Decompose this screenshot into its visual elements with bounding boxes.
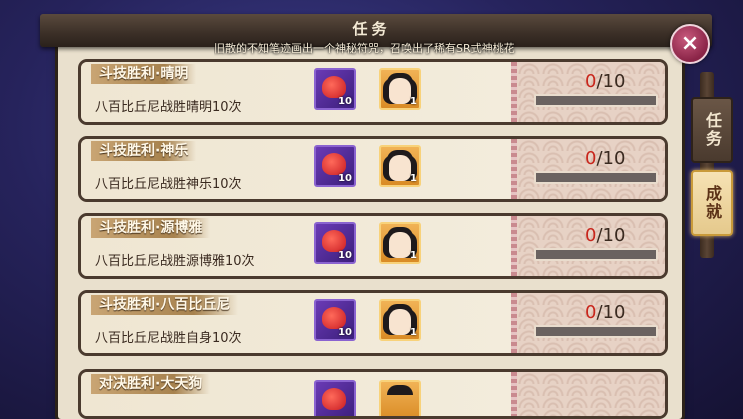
progress-total: /10	[596, 71, 626, 92]
reward-quantity: 10	[338, 250, 352, 261]
reward-shikigami[interactable]: 1	[379, 145, 421, 187]
reward-quantity: 1	[410, 250, 417, 261]
red-talisman-icon	[322, 388, 346, 410]
tab-task[interactable]: 任务	[691, 97, 733, 163]
red-talisman-icon	[322, 307, 346, 329]
reward-quantity: 10	[338, 173, 352, 184]
progress-bar	[534, 325, 658, 338]
task-title: 斗技胜利·源博雅	[91, 218, 211, 238]
reward-quantity: 1	[410, 327, 417, 338]
task-title: 对决胜利·大天狗	[91, 374, 211, 394]
task-row[interactable]: 斗技胜利·神乐 八百比丘尼战胜神乐10次 10 1 0/10	[78, 136, 668, 202]
reward-talisman[interactable]: 10	[314, 145, 356, 187]
reward-shikigami[interactable]: 1	[379, 68, 421, 110]
progress-text: 0/10	[585, 148, 625, 169]
reward-shikigami[interactable]: 1	[379, 299, 421, 341]
red-talisman-icon	[322, 76, 346, 98]
task-title: 斗技胜利·八百比丘尼	[91, 295, 239, 315]
reward-talisman[interactable]: 10	[314, 68, 356, 110]
progress-total: /10	[596, 148, 626, 169]
task-row[interactable]: 对决胜利·大天狗	[78, 369, 668, 419]
task-description: 八百比丘尼战胜晴明10次	[95, 100, 242, 115]
shikigami-face	[389, 155, 411, 181]
shikigami-face	[389, 309, 411, 335]
task-row[interactable]: 斗技胜利·晴明 八百比丘尼战胜晴明10次 10 1 0/10	[78, 59, 668, 125]
reward-quantity: 10	[338, 327, 352, 338]
task-title: 斗技胜利·神乐	[91, 141, 197, 161]
progress-text: 0/10	[585, 225, 625, 246]
close-icon: ×	[680, 31, 700, 56]
reward-quantity: 10	[338, 96, 352, 107]
progress-text: 0/10	[585, 302, 625, 323]
reward-quantity: 1	[410, 173, 417, 184]
reward-talisman[interactable]	[314, 380, 356, 416]
task-row[interactable]: 斗技胜利·源博雅 八百比丘尼战胜源博雅10次 10 1 0/10	[78, 213, 668, 279]
story-ticker: 旧散的不知笔迹画出一个神秘符咒，召唤出了稀有SR式神桃花	[214, 42, 515, 55]
progress-bar	[534, 171, 658, 184]
progress-total: /10	[596, 225, 626, 246]
shikigami-face	[389, 78, 411, 104]
progress-current: 0	[585, 225, 597, 246]
progress-current: 0	[585, 71, 597, 92]
reward-talisman[interactable]: 10	[314, 222, 356, 264]
window-title: 任务	[352, 20, 391, 38]
shikigami-face	[389, 232, 411, 258]
red-talisman-icon	[322, 153, 346, 175]
reward-quantity: 1	[410, 96, 417, 107]
task-description: 八百比丘尼战胜自身10次	[95, 331, 242, 346]
progress-current: 0	[585, 302, 597, 323]
task-row[interactable]: 斗技胜利·八百比丘尼 八百比丘尼战胜自身10次 10 1 0/10	[78, 290, 668, 356]
shikigami-portrait-icon	[387, 385, 413, 395]
reward-talisman[interactable]: 10	[314, 299, 356, 341]
task-progress-pane	[517, 372, 665, 416]
progress-bar	[534, 94, 658, 107]
tab-achievement[interactable]: 成就	[691, 170, 733, 236]
progress-bar	[534, 248, 658, 261]
task-description: 八百比丘尼战胜源博雅10次	[95, 254, 255, 269]
progress-total: /10	[596, 302, 626, 323]
reward-shikigami[interactable]	[379, 380, 421, 416]
red-talisman-icon	[322, 230, 346, 252]
close-button[interactable]: ×	[670, 24, 710, 64]
task-title: 斗技胜利·晴明	[91, 64, 197, 84]
progress-current: 0	[585, 148, 597, 169]
progress-text: 0/10	[585, 71, 625, 92]
reward-shikigami[interactable]: 1	[379, 222, 421, 264]
task-description: 八百比丘尼战胜神乐10次	[95, 177, 242, 192]
